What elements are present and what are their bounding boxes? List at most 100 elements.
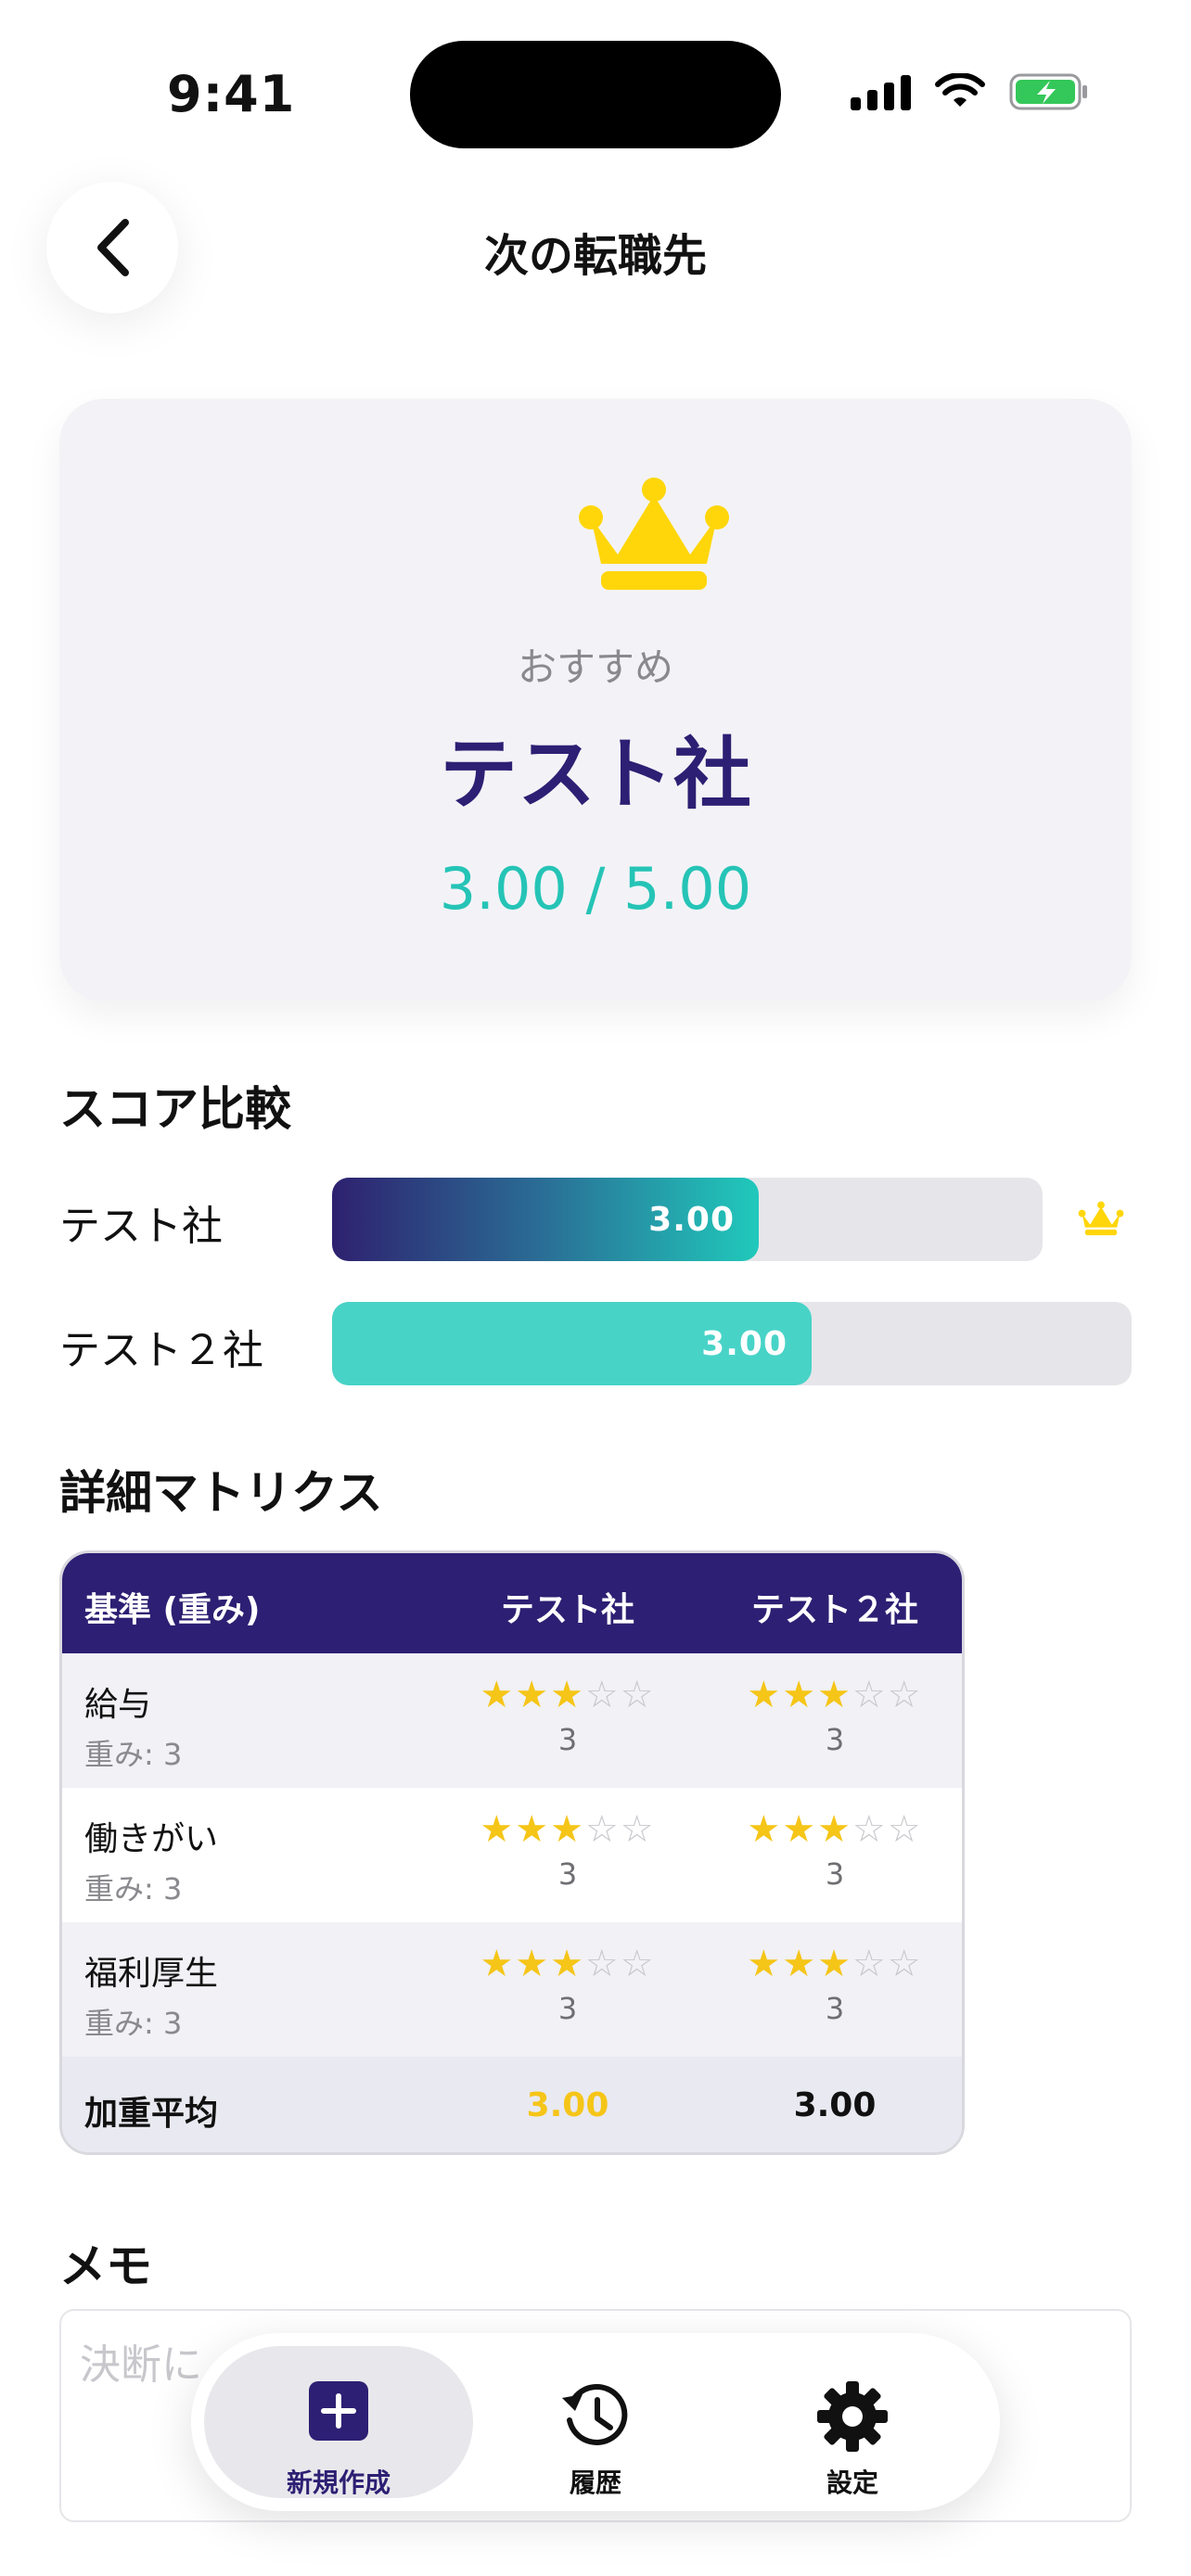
status-icons <box>851 72 1089 111</box>
tab-label: 新規作成 <box>286 2468 391 2498</box>
criterion-name: 福利厚生 <box>84 1955 219 1993</box>
rating-value: 3 <box>825 1991 845 2026</box>
star-rating: ★★★☆☆ <box>442 1674 693 1716</box>
star-filled-icon: ★ <box>515 1674 551 1716</box>
table-header: 基準 (重み) テスト社 テスト２社 <box>62 1553 962 1653</box>
rating-value: 3 <box>557 1991 578 2026</box>
plus-square-icon <box>309 2381 368 2441</box>
rating-cell: ★★★☆☆ 3 <box>710 1674 960 1757</box>
star-empty-icon: ☆ <box>852 1808 888 1851</box>
weighted-average-label: 加重平均 <box>84 2095 219 2133</box>
star-rating: ★★★☆☆ <box>710 1808 960 1851</box>
rating-value: 3 <box>557 1856 578 1892</box>
star-empty-icon: ☆ <box>620 1808 656 1851</box>
recommended-company-name: テスト社 <box>439 729 751 820</box>
star-filled-icon: ★ <box>782 1808 818 1851</box>
rating-cell: ★★★☆☆ 3 <box>710 1943 960 2026</box>
tab-label: 設定 <box>826 2468 878 2498</box>
score-bar-value: 3.00 <box>701 1324 788 1363</box>
star-empty-icon: ☆ <box>584 1808 621 1851</box>
rating-cell: ★★★☆☆ 3 <box>442 1943 693 2026</box>
crown-icon <box>1078 1201 1124 1236</box>
memo-title: メモ <box>59 2239 152 2293</box>
tab-new[interactable]: 新規作成 <box>204 2346 473 2498</box>
score-bar-track: 3.00 <box>332 1302 1132 1385</box>
dynamic-island <box>410 41 781 148</box>
star-filled-icon: ★ <box>480 1674 516 1716</box>
star-filled-icon: ★ <box>782 1674 818 1716</box>
star-empty-icon: ☆ <box>852 1674 888 1716</box>
gear-icon <box>817 2381 888 2452</box>
status-time: 9:41 <box>167 65 296 123</box>
star-empty-icon: ☆ <box>620 1943 656 1985</box>
rating-value: 3 <box>825 1856 845 1892</box>
battery-charging-icon <box>1009 73 1087 110</box>
criterion-weight: 重み: 3 <box>84 2006 183 2041</box>
star-filled-icon: ★ <box>550 1674 585 1716</box>
score-bar-fill: 3.00 <box>332 1302 812 1385</box>
score-bar-fill: 3.00 <box>332 1178 759 1261</box>
rating-cell: ★★★☆☆ 3 <box>710 1808 960 1892</box>
column-header-company: テスト２社 <box>750 1591 918 1629</box>
weighted-average-value: 3.00 <box>793 2086 877 2124</box>
matrix-title: 詳細マトリクス <box>59 1466 383 1520</box>
star-filled-icon: ★ <box>550 1808 585 1851</box>
star-empty-icon: ☆ <box>887 1674 923 1716</box>
star-filled-icon: ★ <box>817 1808 852 1851</box>
recommendation-card: おすすめ テスト社 3.00 / 5.00 <box>59 399 1132 1001</box>
star-empty-icon: ☆ <box>852 1943 888 1985</box>
wifi-icon <box>935 73 985 107</box>
table-row: 働きがい 重み: 3 ★★★☆☆ 3 ★★★☆☆ 3 <box>62 1788 962 1922</box>
tab-label: 履歴 <box>569 2468 621 2498</box>
star-rating: ★★★☆☆ <box>442 1943 693 1985</box>
page-title: 次の転職先 <box>483 230 707 282</box>
bottom-tab-bar: 新規作成 履歴 設定 <box>191 2333 1000 2511</box>
rating-value: 3 <box>557 1722 578 1757</box>
recommended-score: 3.00 / 5.00 <box>439 855 752 923</box>
star-filled-icon: ★ <box>550 1943 585 1985</box>
star-rating: ★★★☆☆ <box>710 1943 960 1985</box>
table-row: 給与 重み: 3 ★★★☆☆ 3 ★★★☆☆ 3 <box>62 1653 962 1788</box>
star-filled-icon: ★ <box>747 1674 783 1716</box>
star-filled-icon: ★ <box>782 1943 818 1985</box>
weighted-average-row: 加重平均 3.00 3.00 <box>62 2057 962 2152</box>
star-filled-icon: ★ <box>515 1943 551 1985</box>
star-filled-icon: ★ <box>480 1808 516 1851</box>
weighted-average-value-best: 3.00 <box>526 2086 609 2124</box>
criterion-weight: 重み: 3 <box>84 1737 183 1772</box>
column-header-company: テスト社 <box>500 1591 634 1629</box>
column-header-criterion: 基準 (重み) <box>84 1591 261 1629</box>
star-filled-icon: ★ <box>817 1674 852 1716</box>
star-rating: ★★★☆☆ <box>442 1808 693 1851</box>
star-empty-icon: ☆ <box>584 1943 621 1985</box>
star-filled-icon: ★ <box>747 1808 783 1851</box>
score-bar-value: 3.00 <box>648 1200 735 1239</box>
star-empty-icon: ☆ <box>620 1674 656 1716</box>
star-rating: ★★★☆☆ <box>710 1674 960 1716</box>
star-empty-icon: ☆ <box>887 1808 923 1851</box>
tab-history[interactable]: 履歴 <box>461 2346 730 2498</box>
star-empty-icon: ☆ <box>584 1674 621 1716</box>
compare-row-name: テスト社 <box>59 1203 223 1250</box>
table-row: 福利厚生 重み: 3 ★★★☆☆ 3 ★★★☆☆ 3 <box>62 1922 962 2057</box>
score-compare-title: スコア比較 <box>59 1082 291 1136</box>
criterion-name: 給与 <box>84 1686 152 1724</box>
star-filled-icon: ★ <box>747 1943 783 1985</box>
star-filled-icon: ★ <box>817 1943 852 1985</box>
crown-icon <box>579 478 729 590</box>
history-icon <box>562 2384 628 2445</box>
criterion-name: 働きがい <box>84 1820 219 1858</box>
star-filled-icon: ★ <box>480 1943 516 1985</box>
tab-settings[interactable]: 設定 <box>718 2346 987 2498</box>
rating-cell: ★★★☆☆ 3 <box>442 1674 693 1757</box>
detail-matrix-table: 基準 (重み) テスト社 テスト２社 給与 重み: 3 ★★★☆☆ 3 ★★★☆… <box>59 1550 965 2155</box>
score-bar-track: 3.00 <box>332 1178 1043 1261</box>
cellular-signal-icon <box>851 73 911 110</box>
recommendation-label: おすすめ <box>517 644 673 690</box>
rating-cell: ★★★☆☆ 3 <box>442 1808 693 1892</box>
star-filled-icon: ★ <box>515 1808 551 1851</box>
compare-row-name: テスト２社 <box>59 1327 263 1374</box>
memo-placeholder: 決断に <box>80 2341 202 2389</box>
rating-value: 3 <box>825 1722 845 1757</box>
star-empty-icon: ☆ <box>887 1943 923 1985</box>
